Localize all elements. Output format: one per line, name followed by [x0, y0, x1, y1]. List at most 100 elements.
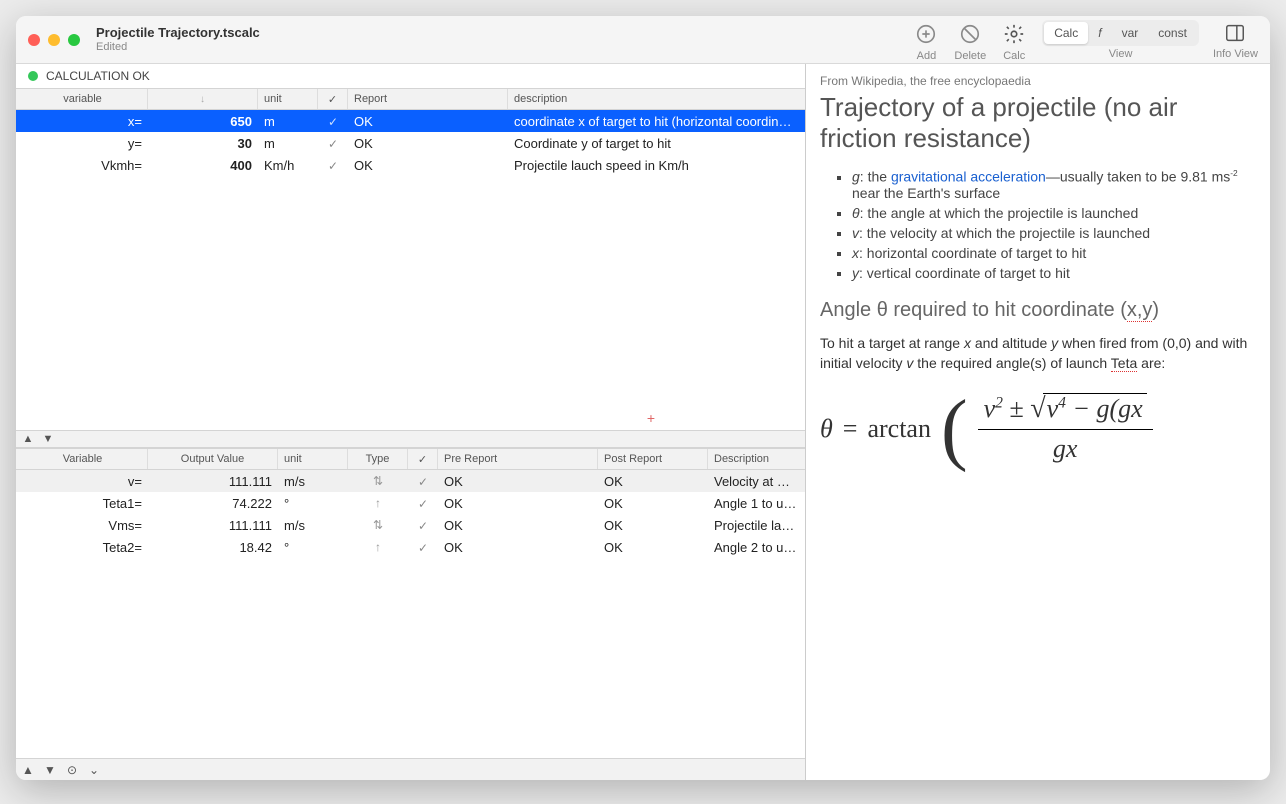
check-icon: [318, 158, 348, 173]
seg-var[interactable]: var: [1112, 22, 1149, 44]
cell-output: 111.111: [148, 474, 278, 489]
type-icon: ↑: [348, 496, 408, 510]
output-table-body[interactable]: v=111.111m/s⇅OKOKVelocity at wich th… Tet…: [16, 470, 805, 758]
table-row[interactable]: y=30mOKCoordinate y of target to hit: [16, 132, 805, 154]
cell-unit: °: [278, 540, 348, 555]
left-pane: CALCULATION OK variable ↓ unit ✓ Report …: [16, 64, 806, 780]
col-variable2[interactable]: Variable: [18, 449, 148, 469]
infoview-label: Info View: [1213, 48, 1258, 60]
cell-unit: m/s: [278, 518, 348, 533]
delete-label: Delete: [954, 50, 986, 62]
cell-output: 111.111: [148, 518, 278, 533]
seg-calc[interactable]: Calc: [1044, 22, 1088, 44]
window-title: Projectile Trajectory.tscalc: [96, 26, 260, 40]
info-pane[interactable]: From Wikipedia, the free encyclopaedia T…: [806, 64, 1270, 780]
table-row[interactable]: Vkmh=400Km/hOKProjectile lauch speed in …: [16, 154, 805, 176]
delete-button[interactable]: Delete: [954, 20, 986, 62]
cell-unit: Km/h: [258, 158, 318, 173]
close-icon[interactable]: [28, 34, 40, 46]
col-variable[interactable]: variable: [18, 89, 148, 109]
type-icon: ↑: [348, 540, 408, 554]
col-pre[interactable]: Pre Report: [438, 449, 598, 469]
cell-report: OK: [348, 136, 508, 151]
cell-pre: OK: [438, 518, 598, 533]
info-bullets: gg: the : the gravitational acceleration…: [820, 168, 1256, 281]
col-check2[interactable]: ✓: [408, 449, 438, 469]
cell-var: y=: [18, 136, 148, 151]
col-description[interactable]: description: [508, 89, 803, 109]
table-row[interactable]: x=650mOKcoordinate x of target to hit (h…: [16, 110, 805, 132]
info-title: Trajectory of a projectile (no air frict…: [820, 92, 1256, 154]
cell-output: 74.222: [148, 496, 278, 511]
sidebar-toggle-icon: [1220, 20, 1250, 46]
cell-val: 30: [148, 136, 258, 151]
titlebar: Projectile Trajectory.tscalc Edited Add …: [16, 16, 1270, 64]
col-value[interactable]: ↓: [148, 89, 258, 109]
table-row[interactable]: Teta2=18.42°↑OKOKAngle 2 to use to t…: [16, 536, 805, 558]
table-row[interactable]: v=111.111m/s⇅OKOKVelocity at wich th…: [16, 470, 805, 492]
grav-accel-link[interactable]: gravitational acceleration: [891, 169, 1046, 185]
info-paragraph: To hit a target at range x and altitude …: [820, 334, 1256, 373]
col-report[interactable]: Report: [348, 89, 508, 109]
no-entry-icon: [956, 20, 984, 48]
cell-desc: Angle 2 to use to t…: [708, 540, 803, 555]
cell-output: 18.42: [148, 540, 278, 555]
cell-var: v=: [18, 474, 148, 489]
check-icon: [318, 114, 348, 129]
infoview-button[interactable]: Info View: [1213, 20, 1258, 60]
col-output[interactable]: Output Value: [148, 449, 278, 469]
maximize-icon[interactable]: [68, 34, 80, 46]
col-description2[interactable]: Description: [708, 449, 803, 469]
type-icon: ⇅: [348, 518, 408, 532]
bullet-x: x: horizontal coordinate of target to hi…: [852, 245, 1256, 261]
col-type[interactable]: Type: [348, 449, 408, 469]
cell-var: Vms=: [18, 518, 148, 533]
add-button[interactable]: Add: [912, 20, 940, 62]
plus-circle-icon: [912, 20, 940, 48]
arrow-up-icon[interactable]: ▲: [20, 433, 36, 445]
window-subtitle: Edited: [96, 41, 260, 53]
toolbar: Add Delete Calc Calc f var const: [912, 16, 1258, 63]
col-check[interactable]: ✓: [318, 89, 348, 109]
check-icon: [318, 136, 348, 151]
table-row[interactable]: Teta1=74.222°↑OKOKAngle 1 to use to t…: [16, 492, 805, 514]
cell-desc: Projectile lauch speed in Km/h: [508, 158, 803, 173]
info-source: From Wikipedia, the free encyclopaedia: [820, 74, 1256, 88]
gear-icon[interactable]: [1000, 20, 1028, 48]
cell-desc: Angle 1 to use to t…: [708, 496, 803, 511]
footer-dropdown-icon[interactable]: ⌄: [86, 763, 102, 777]
check-icon: [408, 518, 438, 533]
cell-var: Teta1=: [18, 496, 148, 511]
window-controls: [28, 34, 80, 46]
col-unit[interactable]: unit: [258, 89, 318, 109]
col-unit2[interactable]: unit: [278, 449, 348, 469]
seg-const[interactable]: const: [1148, 22, 1197, 44]
check-icon: [408, 474, 438, 489]
cell-post: OK: [598, 540, 708, 555]
add-label: Add: [917, 50, 937, 62]
col-post[interactable]: Post Report: [598, 449, 708, 469]
check-icon: [408, 496, 438, 511]
table-row[interactable]: Vms=111.111m/s⇅OKOKProjectile lauch sp…: [16, 514, 805, 536]
pane-splitter[interactable]: ▲ ▼: [16, 430, 805, 448]
body: CALCULATION OK variable ↓ unit ✓ Report …: [16, 64, 1270, 780]
arrow-down-icon[interactable]: ▼: [40, 433, 56, 445]
seg-f[interactable]: f: [1088, 22, 1111, 44]
cell-post: OK: [598, 496, 708, 511]
calc-group-label: Calc: [1003, 50, 1025, 62]
cell-var: Vkmh=: [18, 158, 148, 173]
footer-more-icon[interactable]: ⊙: [64, 763, 80, 777]
cell-desc: coordinate x of target to hit (horizonta…: [508, 114, 803, 129]
cell-val: 400: [148, 158, 258, 173]
type-icon: ⇅: [348, 474, 408, 488]
add-row-icon: +: [647, 410, 655, 426]
footer-down-icon[interactable]: ▼: [42, 763, 58, 777]
view-group: Calc f var const View: [1042, 20, 1199, 60]
minimize-icon[interactable]: [48, 34, 60, 46]
cell-post: OK: [598, 518, 708, 533]
footer-up-icon[interactable]: ▲: [20, 763, 36, 777]
input-table-body[interactable]: x=650mOKcoordinate x of target to hit (h…: [16, 110, 805, 430]
app-window: Projectile Trajectory.tscalc Edited Add …: [16, 16, 1270, 780]
bullet-v: v: the velocity at which the projectile …: [852, 225, 1256, 241]
cell-var: Teta2=: [18, 540, 148, 555]
